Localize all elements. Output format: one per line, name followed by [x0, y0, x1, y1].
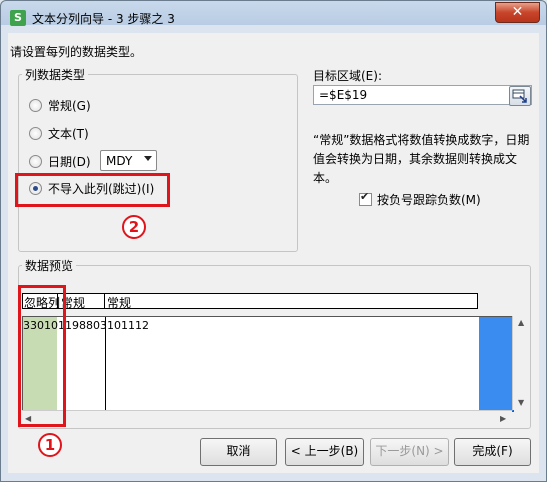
annotation-badge-1: 1 — [38, 433, 62, 457]
preview-horizontal-scrollbar[interactable]: ◀ ▶ — [22, 410, 512, 426]
date-format-select[interactable]: MDY — [100, 150, 157, 171]
back-button[interactable]: < 上一步(B) — [285, 438, 364, 466]
highlight-box-skip-option — [15, 173, 170, 207]
preview-vertical-scrollbar[interactable]: ▲ ▼ — [512, 316, 530, 410]
instruction-text: 请设置每列的数据类型。 — [10, 45, 143, 59]
preview-header-row: 忽略列 常规 常规 — [22, 293, 478, 310]
annotation-badge-2: 2 — [122, 215, 146, 239]
column-type-group-title: 列数据类型 — [22, 66, 89, 83]
date-format-value: MDY — [106, 154, 133, 168]
title-bar[interactable]: S 文本分列向导 - 3 步骤之 3 ✕ — [1, 1, 546, 33]
radio-general[interactable] — [29, 99, 42, 112]
preview-grid[interactable]: 330101198803101112 — [22, 316, 514, 412]
highlight-box-ignored-column — [18, 285, 66, 427]
preview-header-col-3: 常规 — [107, 296, 132, 310]
radio-date[interactable] — [29, 155, 42, 168]
radio-general-label[interactable]: 常规(G) — [48, 97, 91, 114]
column-separator[interactable] — [104, 293, 105, 309]
destination-label: 目标区域(E): — [313, 69, 382, 83]
destination-input[interactable]: =$E$19 — [313, 85, 532, 105]
format-description: “常规”数据格式将数值转换成数字，日期值会转换为日期，其余数据则转换成文本。 — [313, 133, 530, 185]
app-icon: S — [10, 10, 26, 26]
dialog-title: 文本分列向导 - 3 步骤之 3 — [32, 12, 175, 26]
negative-number-checkbox[interactable]: ✔ — [359, 190, 372, 206]
radio-date-label[interactable]: 日期(D) — [48, 153, 91, 170]
range-select-icon[interactable] — [509, 86, 531, 106]
scroll-down-icon[interactable]: ▼ — [518, 398, 524, 407]
preview-selection-overflow — [479, 317, 513, 411]
radio-text-label[interactable]: 文本(T) — [48, 125, 89, 142]
radio-text[interactable] — [29, 127, 42, 140]
destination-value: =$E$19 — [319, 88, 368, 102]
chevron-down-icon — [144, 156, 152, 161]
next-button[interactable]: 下一步(N) > — [370, 438, 449, 466]
scroll-right-icon[interactable]: ▶ — [500, 414, 506, 423]
finish-button[interactable]: 完成(F) — [454, 438, 531, 466]
dialog-content: 请设置每列的数据类型。 列数据类型 常规(G) 文本(T) 日期(D) MDY … — [8, 33, 539, 473]
preview-group-title: 数据预览 — [22, 257, 77, 274]
scroll-up-icon[interactable]: ▲ — [518, 318, 524, 327]
check-icon: ✔ — [360, 190, 370, 203]
dialog-window: S 文本分列向导 - 3 步骤之 3 ✕ 请设置每列的数据类型。 列数据类型 常… — [0, 0, 547, 482]
cancel-button[interactable]: 取消 — [200, 438, 277, 466]
negative-number-label[interactable]: 按负号跟踪负数(M) — [377, 191, 481, 208]
close-button[interactable]: ✕ — [495, 2, 540, 23]
